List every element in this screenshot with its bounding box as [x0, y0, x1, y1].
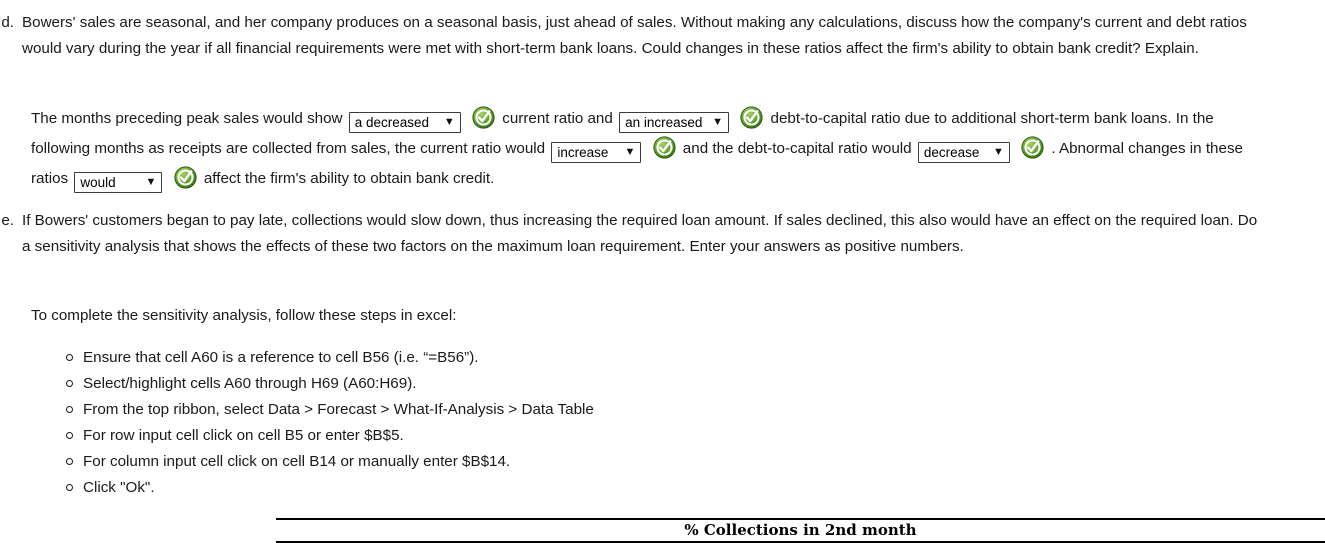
- dropdown-debt-to-capital-later-direction[interactable]: decrease ▼: [917, 142, 1010, 163]
- question-d: d. Bowers' sales are seasonal, and her c…: [0, 10, 1255, 62]
- chevron-down-icon: ▼: [145, 176, 157, 188]
- green-check-badge-icon: [652, 136, 676, 159]
- chevron-down-icon: ▼: [443, 116, 455, 128]
- question-d-letter: d.: [1, 14, 14, 31]
- question-d-text: Bowers' sales are seasonal, and her comp…: [22, 14, 1247, 57]
- list-item: Click "Ok".: [64, 475, 594, 501]
- question-e-letter: e.: [1, 212, 14, 229]
- list-item: Select/highlight cells A60 through H69 (…: [64, 371, 594, 397]
- list-item: For column input cell click on cell B14 …: [64, 449, 594, 475]
- worksheet-page: d. Bowers' sales are seasonal, and her c…: [0, 0, 1325, 543]
- dropdown-value: a decreased: [354, 115, 430, 130]
- bullet-circle-icon: [66, 458, 73, 465]
- answer-d-paragraph: The months preceding peak sales would sh…: [31, 104, 1261, 194]
- dropdown-value: would: [80, 175, 116, 190]
- green-check-badge-icon: [472, 106, 495, 129]
- table-header-caption: % Collections in 2nd month: [684, 521, 917, 539]
- excel-steps-list: Ensure that cell A60 is a reference to c…: [64, 345, 594, 501]
- chevron-down-icon: ▼: [712, 116, 724, 128]
- list-item-label: Click "Ok".: [83, 479, 155, 496]
- answer-segment-2: current ratio and: [502, 110, 613, 127]
- answer-segment-5: .: [1051, 140, 1056, 157]
- steps-intro-text: To complete the sensitivity analysis, fo…: [31, 307, 457, 324]
- list-item: From the top ribbon, select Data > Forec…: [64, 397, 594, 423]
- answer-segment-1: The months preceding peak sales would sh…: [31, 110, 343, 127]
- green-check-badge-icon: [740, 106, 763, 129]
- chevron-down-icon: ▼: [624, 146, 636, 158]
- question-e-text: If Bowers' customers began to pay late, …: [22, 212, 1258, 255]
- list-item: For row input cell click on cell B5 or e…: [64, 423, 594, 449]
- dropdown-abnormal-changes-effect[interactable]: would ▼: [74, 172, 163, 193]
- green-check-badge-icon: [174, 166, 197, 189]
- dropdown-current-ratio-direction[interactable]: a decreased ▼: [348, 112, 461, 133]
- list-item-label: Ensure that cell A60 is a reference to c…: [83, 349, 479, 366]
- list-item-label: Select/highlight cells A60 through H69 (…: [83, 375, 417, 392]
- list-item-label: From the top ribbon, select Data > Forec…: [83, 401, 594, 418]
- green-check-badge-icon: [1021, 136, 1044, 159]
- dropdown-current-ratio-later-direction[interactable]: increase ▼: [551, 142, 642, 163]
- answer-segment-7: affect the firm's ability to obtain bank…: [203, 170, 495, 187]
- dropdown-value: increase: [557, 145, 609, 160]
- list-item: Ensure that cell A60 is a reference to c…: [64, 345, 594, 371]
- question-e: e. If Bowers' customers began to pay lat…: [0, 208, 1268, 260]
- answer-segment-4: and the debt-to-capital ratio would: [682, 140, 912, 157]
- bullet-circle-icon: [66, 484, 73, 491]
- list-item-label: For column input cell click on cell B14 …: [83, 453, 511, 470]
- bullet-circle-icon: [66, 406, 73, 413]
- bullet-circle-icon: [66, 380, 73, 387]
- list-item-label: For row input cell click on cell B5 or e…: [83, 427, 404, 444]
- chevron-down-icon: ▼: [992, 146, 1004, 158]
- sensitivity-table-header: % Collections in 2nd month: [276, 518, 1325, 543]
- bullet-circle-icon: [66, 354, 73, 361]
- dropdown-debt-to-capital-direction[interactable]: an increased ▼: [619, 112, 730, 133]
- bullet-circle-icon: [66, 432, 73, 439]
- dropdown-value: decrease: [923, 145, 980, 160]
- dropdown-value: an increased: [625, 115, 703, 130]
